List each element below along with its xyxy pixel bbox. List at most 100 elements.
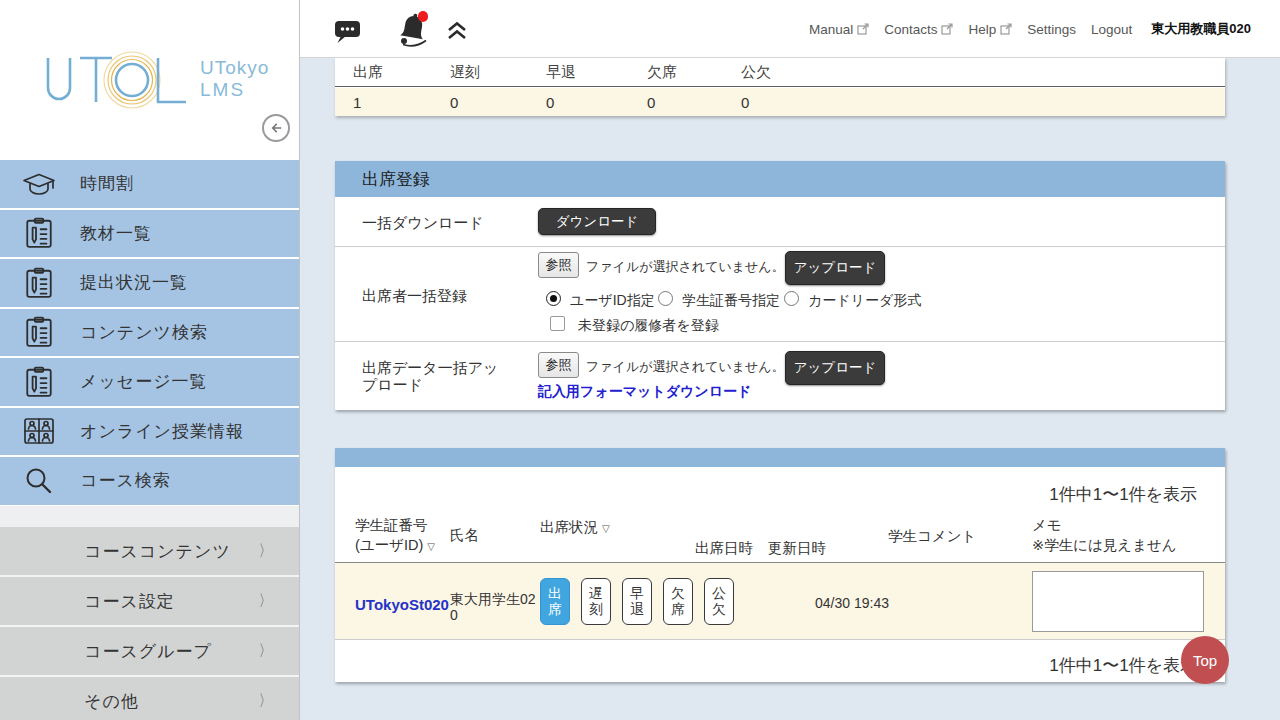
sidebar-collapse-button[interactable] [262,114,290,142]
summary-col-late: 遅刻 [450,63,480,82]
sidebar-item-course-contents[interactable]: コースコンテンツ 〉 [0,527,299,577]
clipboard-icon [20,217,58,249]
utol-logo [40,44,210,122]
status-attend-button[interactable]: 出席 [540,578,570,625]
online-class-icon [20,417,58,445]
sidebar-item-content-search[interactable]: コンテンツ検索 [0,309,299,359]
sidebar-menu-course: コースコンテンツ 〉 コース設定 〉 コースグループ 〉 その他 〉 [0,527,299,720]
attendance-summary-table: 出席 遅刻 早退 欠席 公欠 1 0 0 0 0 [335,58,1225,116]
back-to-top-button[interactable]: Top [1181,636,1229,684]
summary-col-excused: 公欠 [741,63,771,82]
status-late-button[interactable]: 遅刻 [581,578,611,625]
col-status: 出席状況▽ [540,518,610,538]
data-upload-label: 出席データ一括アップロード [362,359,502,394]
radio-student-no[interactable] [658,291,673,306]
row-divider [335,341,1225,342]
student-name: 東大用学生020 [450,591,538,623]
chevron-right-icon: 〉 [259,591,271,612]
logo-subtitle-1: UTokyo [200,57,269,79]
summary-val-late: 0 [450,94,458,111]
download-button[interactable]: ダウンロード [538,208,656,235]
clipboard-icon [20,366,58,398]
memo-textarea[interactable] [1032,571,1204,632]
summary-col-absent: 欠席 [647,63,677,82]
sort-icon[interactable]: ▽ [602,523,610,534]
col-name: 氏名 [450,526,479,546]
notifications-bell[interactable] [396,11,430,52]
upload-button[interactable]: アップロード [785,251,885,285]
summary-col-attend: 出席 [353,63,383,82]
sidebar-item-timetable[interactable]: 時間割 [0,160,299,210]
result-count-bottom: 1件中1〜1件を表示 [1049,654,1197,677]
chevron-right-icon: 〉 [259,691,271,712]
summary-val-early: 0 [546,94,554,111]
browse-button[interactable]: 参照 [538,252,579,278]
result-count-top: 1件中1〜1件を表示 [1049,483,1197,506]
chat-icon[interactable] [334,19,361,44]
collapse-header-icon[interactable] [446,21,468,41]
format-download-link[interactable]: 記入用フォーマットダウンロード [538,383,751,401]
sidebar-item-course-search[interactable]: コース検索 [0,457,299,507]
summary-val-attend: 1 [353,94,361,111]
clipboard-icon [20,316,58,348]
col-update-time: 更新日時 [768,539,826,559]
unregistered-checkbox[interactable] [550,316,565,331]
nav-manual[interactable]: Manual [809,22,869,37]
status-absent-button[interactable]: 欠席 [663,578,693,625]
sidebar-item-course-settings[interactable]: コース設定 〉 [0,577,299,627]
topbar-nav: Manual Contacts Help Settings Logout 東大用… [809,0,1251,58]
nav-logout[interactable]: Logout [1091,22,1132,37]
clipboard-icon [20,267,58,299]
chevron-right-icon: 〉 [259,641,271,662]
page: UTokyo LMS 時間割 教材一覧 [0,0,1280,720]
row-divider [335,246,1225,247]
browse-button[interactable]: 参照 [538,352,579,378]
status-early-button[interactable]: 早退 [622,578,652,625]
radio-user-id[interactable] [546,291,561,306]
attendee-bulk-label: 出席者一括登録 [362,287,467,306]
external-link-icon [941,23,953,35]
sidebar-menu-main: 時間割 教材一覧 提出状況一覧 コンテンツ検索 [0,160,299,507]
no-file-text: ファイルが選択されていません。 [586,358,785,376]
col-attend-time: 出席日時 [695,539,753,559]
graduation-cap-icon [20,170,58,198]
radio-user-id-label: ユーザID指定 [570,292,655,310]
logo-area: UTokyo LMS [0,0,299,160]
col-memo: メモ※学生には見えません [1032,516,1177,555]
students-table-panel: 1件中1〜1件を表示 学生証番号(ユーザID)▽ 氏名 出席状況▽ 出席日時 更… [335,448,1225,682]
student-id-link[interactable]: UTokyoSt020 [355,596,449,613]
sidebar-item-course-group[interactable]: コースグループ 〉 [0,627,299,677]
summary-col-early: 早退 [546,63,576,82]
nav-help[interactable]: Help [968,22,1012,37]
username: 東大用教職員020 [1151,20,1251,38]
sidebar-item-materials[interactable]: 教材一覧 [0,210,299,260]
status-excused-button[interactable]: 公欠 [704,578,734,625]
summary-val-excused: 0 [741,94,749,111]
summary-value-row: 1 0 0 0 0 [335,88,1225,116]
bulk-download-label: 一括ダウンロード [362,214,484,233]
col-student-no: 学生証番号(ユーザID)▽ [355,516,435,555]
sidebar-item-submissions[interactable]: 提出状況一覧 [0,259,299,309]
sidebar-item-messages[interactable]: メッセージ一覧 [0,358,299,408]
external-link-icon [857,23,869,35]
notification-badge [418,11,429,22]
summary-val-absent: 0 [647,94,655,111]
sidebar-menu-gap [0,506,299,527]
nav-contacts[interactable]: Contacts [884,22,953,37]
registration-header: 出席登録 [335,161,1225,197]
topbar: Manual Contacts Help Settings Logout 東大用… [300,0,1280,58]
radio-card-reader-label: カードリーダ形式 [808,292,921,310]
sidebar-item-online-class[interactable]: オンライン授業情報 [0,408,299,458]
search-icon [20,466,58,496]
upload-button[interactable]: アップロード [785,351,885,385]
unregistered-checkbox-label: 未登録の履修者を登録 [578,317,719,335]
update-time-value: 04/30 19:43 [815,595,889,611]
col-comment: 学生コメント [888,527,976,547]
logo-subtitle-2: LMS [200,79,245,101]
nav-settings[interactable]: Settings [1027,22,1076,37]
summary-header-row: 出席 遅刻 早退 欠席 公欠 [335,58,1225,87]
sidebar-item-others[interactable]: その他 〉 [0,677,299,720]
radio-card-reader[interactable] [784,291,799,306]
external-link-icon [1000,23,1012,35]
sort-icon[interactable]: ▽ [427,541,435,552]
